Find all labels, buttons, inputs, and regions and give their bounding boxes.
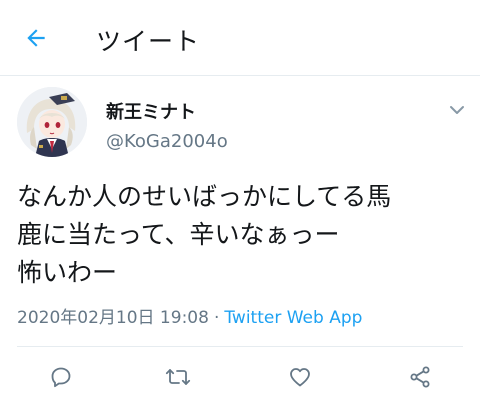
top-bar: ツイート	[0, 0, 480, 76]
display-name[interactable]: 新王ミナト	[106, 98, 196, 124]
reply-icon	[51, 367, 71, 388]
meta-separator: ·	[213, 308, 220, 328]
tweet-detail-page: ツイート 新王ミナト @KoGa2004o なんか人のせいばっかにしてる馬 鹿に…	[0, 0, 480, 409]
share-button[interactable]	[405, 362, 435, 392]
chevron-down-icon	[450, 106, 464, 114]
retweet-icon	[165, 369, 191, 385]
back-button[interactable]	[20, 22, 52, 54]
tweet-text: なんか人のせいばっかにしてる馬 鹿に当たって、辛いなぁっー 怖いわー	[17, 182, 392, 287]
avatar-illustration	[17, 87, 87, 157]
divider	[17, 346, 463, 347]
avatar[interactable]	[17, 87, 87, 157]
tweet-menu-button[interactable]	[447, 102, 467, 118]
reply-button[interactable]	[46, 362, 76, 392]
arrow-left-icon	[27, 29, 45, 47]
source-link[interactable]: Twitter Web App	[224, 308, 362, 328]
retweet-button[interactable]	[163, 362, 193, 392]
like-button[interactable]	[285, 362, 315, 392]
user-handle[interactable]: @KoGa2004o	[106, 131, 228, 152]
heart-icon	[290, 368, 310, 387]
share-icon	[410, 366, 430, 388]
page-title: ツイート	[96, 27, 201, 56]
tweet-meta: 2020年02月10日 19:08 · Twitter Web App	[17, 303, 362, 328]
timestamp[interactable]: 2020年02月10日 19:08	[17, 308, 209, 328]
